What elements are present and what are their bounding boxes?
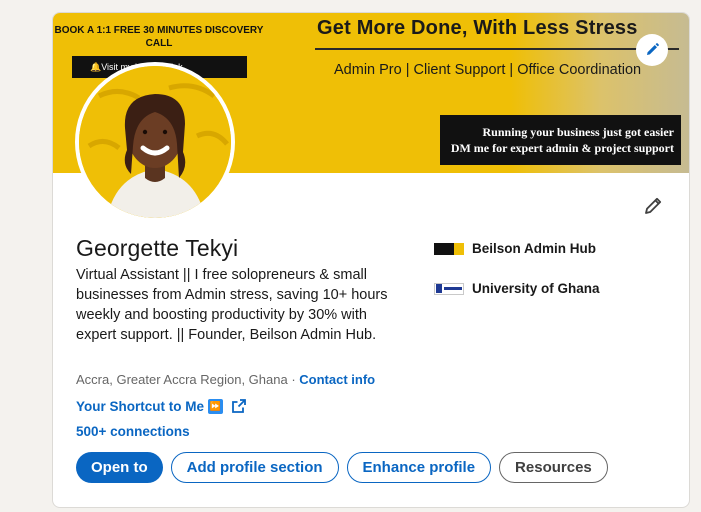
profile-name: Georgette Tekyi (76, 235, 239, 261)
website-link[interactable]: Your Shortcut to Me ⏩ (76, 398, 247, 414)
edit-banner-button[interactable] (636, 34, 668, 66)
edit-intro-button[interactable] (638, 191, 668, 221)
location-text: Accra, Greater Accra Region, Ghana (76, 372, 288, 387)
connections-link[interactable]: 500+ connections (76, 424, 190, 439)
open-to-button[interactable]: Open to (76, 452, 163, 483)
pencil-icon (645, 197, 662, 214)
beilson-logo-icon (434, 242, 464, 255)
banner-tagline-2: DM me for expert admin & project support (450, 141, 674, 155)
enhance-profile-button[interactable]: Enhance profile (346, 452, 492, 483)
banner-tagline-1: Running your business just got easier (482, 125, 674, 139)
location-separator: · (287, 372, 300, 387)
profile-photo-image (79, 66, 231, 218)
profile-top-card: BOOK A 1:1 FREE 30 MINUTES DISCOVERY CAL… (52, 12, 690, 508)
external-link-icon (232, 399, 246, 413)
banner-divider (315, 48, 679, 50)
add-profile-section-button[interactable]: Add profile section (170, 452, 339, 483)
profile-photo[interactable] (75, 62, 235, 222)
org-item-beilson[interactable]: Beilson Admin Hub (434, 241, 596, 256)
resources-button[interactable]: Resources (499, 452, 608, 483)
banner-services: Admin Pro | Client Support | Office Coor… (334, 62, 642, 78)
profile-headline: Virtual Assistant || I free solopreneurs… (76, 267, 388, 343)
contact-info-link[interactable]: Contact info (299, 372, 375, 387)
fast-forward-emoji: ⏩ (208, 398, 223, 414)
location-line: Accra, Greater Accra Region, Ghana · Con… (76, 372, 375, 387)
org-name: University of Ghana (472, 281, 600, 296)
banner-cta-text: BOOK A 1:1 FREE 30 MINUTES DISCOVERY CAL… (54, 25, 264, 49)
pencil-icon (647, 43, 659, 55)
university-logo-icon (434, 282, 464, 295)
profile-actions: Open to Add profile section Enhance prof… (76, 452, 608, 483)
org-item-university[interactable]: University of Ghana (434, 281, 600, 296)
website-link-label: Your Shortcut to Me (76, 398, 204, 414)
banner-headline: Get More Done, With Less Stress (317, 17, 638, 39)
banner-tagline-box: Running your business just got easier DM… (440, 115, 681, 165)
org-name: Beilson Admin Hub (472, 241, 596, 256)
